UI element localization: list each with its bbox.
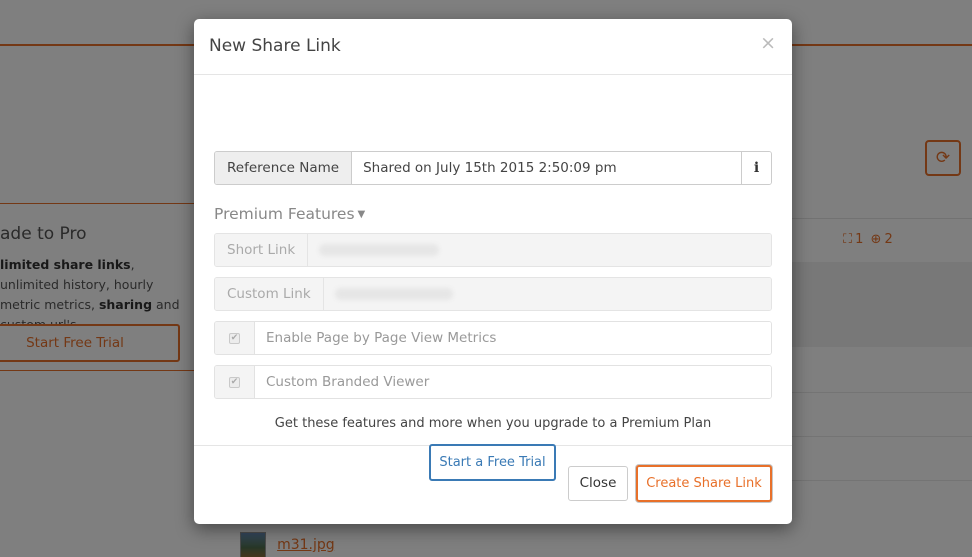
new-share-link-modal: New Share Link × Reference Name Shared o… <box>194 19 792 524</box>
page-metrics-option: ✔ Enable Page by Page View Metrics <box>214 321 772 355</box>
blurred-placeholder <box>334 288 453 300</box>
modal-title: New Share Link <box>209 36 341 56</box>
branded-viewer-label: Custom Branded Viewer <box>255 366 771 398</box>
modal-header: New Share Link × <box>194 19 792 75</box>
reference-name-group: Reference Name Shared on July 15th 2015 … <box>214 151 772 185</box>
branded-viewer-option: ✔ Custom Branded Viewer <box>214 365 772 399</box>
blurred-placeholder <box>319 244 440 256</box>
custom-link-group: Custom Link <box>214 277 772 311</box>
close-icon[interactable]: × <box>760 32 776 54</box>
branded-viewer-checkbox-cell: ✔ <box>215 366 255 398</box>
modal-footer: Close Create Share Link <box>194 446 792 523</box>
reference-name-label: Reference Name <box>215 152 353 184</box>
create-share-link-button[interactable]: Create Share Link <box>636 465 772 502</box>
short-link-group: Short Link <box>214 233 772 267</box>
short-link-input <box>308 234 771 266</box>
modal-body: Reference Name Shared on July 15th 2015 … <box>194 75 792 481</box>
branded-viewer-checkbox: ✔ <box>229 377 240 388</box>
page-metrics-checkbox: ✔ <box>229 333 240 344</box>
page-metrics-label: Enable Page by Page View Metrics <box>255 322 771 354</box>
page-metrics-checkbox-cell: ✔ <box>215 322 255 354</box>
close-button[interactable]: Close <box>568 466 628 501</box>
premium-features-toggle[interactable]: Premium Features ▼ <box>214 205 365 223</box>
custom-link-label: Custom Link <box>215 278 324 310</box>
short-link-label: Short Link <box>215 234 309 266</box>
caret-down-icon: ▼ <box>357 209 366 220</box>
reference-name-input[interactable]: Shared on July 15th 2015 2:50:09 pm <box>352 152 741 184</box>
premium-features-label: Premium Features <box>214 205 355 223</box>
custom-link-input <box>323 278 771 310</box>
upgrade-message: Get these features and more when you upg… <box>274 416 712 431</box>
info-icon[interactable]: i <box>741 152 771 184</box>
